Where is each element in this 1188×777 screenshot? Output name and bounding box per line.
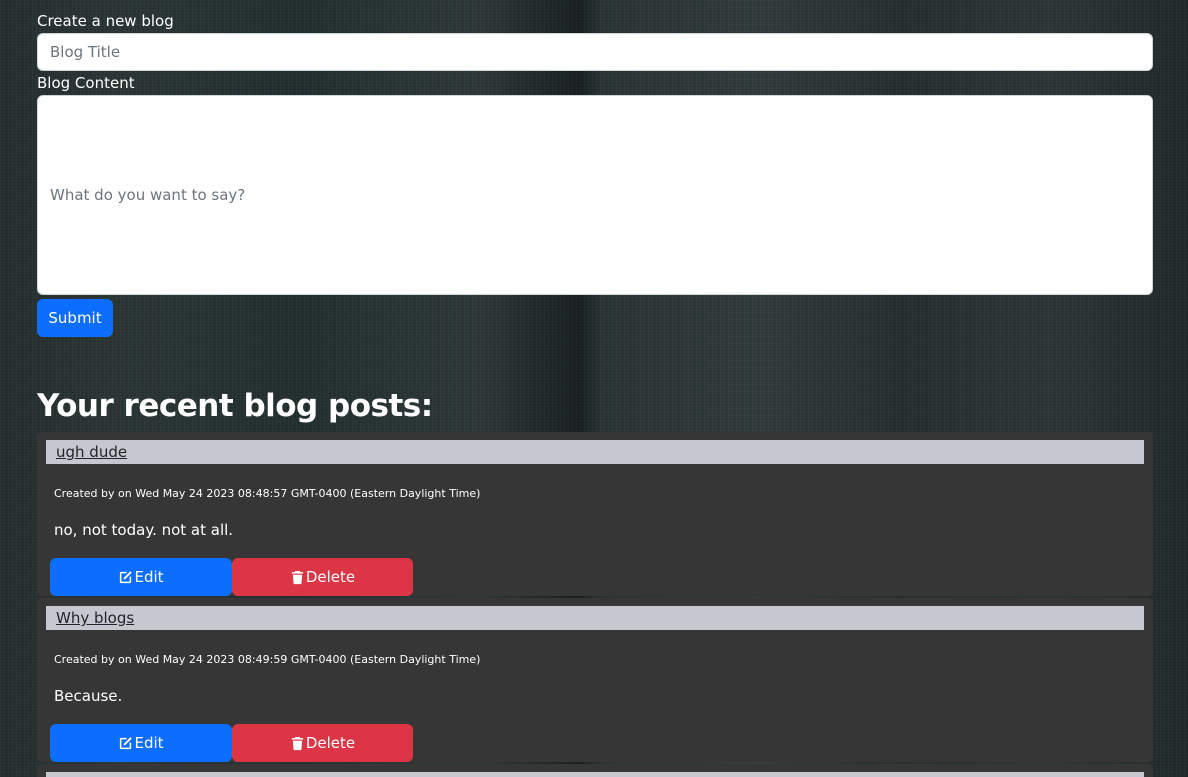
delete-label: Delete bbox=[305, 734, 356, 752]
post-title-bar: ugh dude bbox=[46, 440, 1144, 464]
post-title-link[interactable]: ugh dude bbox=[56, 443, 127, 461]
post-meta: Created by on Wed May 24 2023 08:48:57 G… bbox=[54, 487, 481, 500]
edit-icon bbox=[118, 736, 133, 751]
submit-button[interactable]: Submit bbox=[37, 299, 113, 337]
delete-button[interactable]: Delete bbox=[232, 558, 413, 596]
blog-title-input[interactable] bbox=[37, 33, 1153, 71]
edit-button[interactable]: Edit bbox=[50, 724, 232, 762]
delete-button[interactable]: Delete bbox=[232, 724, 413, 762]
post-meta: Created by on Wed May 24 2023 08:49:59 G… bbox=[54, 653, 481, 666]
post-body: no, not today. not at all. bbox=[54, 521, 234, 539]
post-body: Because. bbox=[54, 687, 123, 705]
recent-posts-heading: Your recent blog posts: bbox=[37, 388, 433, 424]
blog-post-card: ugh dude Created by on Wed May 24 2023 0… bbox=[37, 432, 1153, 596]
blog-post-card bbox=[37, 764, 1153, 777]
post-title-link[interactable]: Why blogs bbox=[56, 609, 134, 627]
post-title-bar: Why blogs bbox=[46, 606, 1144, 630]
blog-title-label: Create a new blog bbox=[37, 12, 174, 30]
post-title-bar bbox=[46, 772, 1144, 777]
blog-post-card: Why blogs Created by on Wed May 24 2023 … bbox=[37, 598, 1153, 762]
edit-icon bbox=[118, 570, 133, 585]
edit-label: Edit bbox=[134, 568, 164, 586]
edit-label: Edit bbox=[134, 734, 164, 752]
trash-icon bbox=[290, 736, 305, 751]
blog-content-textarea[interactable] bbox=[37, 95, 1153, 295]
trash-icon bbox=[290, 570, 305, 585]
edit-button[interactable]: Edit bbox=[50, 558, 232, 596]
blog-content-label: Blog Content bbox=[37, 74, 135, 92]
delete-label: Delete bbox=[305, 568, 356, 586]
